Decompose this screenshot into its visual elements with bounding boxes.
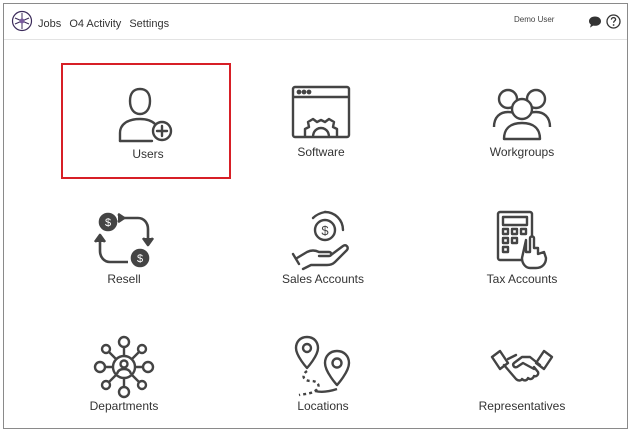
- group-icon: [492, 88, 552, 141]
- sales-hand-coin-icon: $: [291, 210, 349, 271]
- tile-sales-accounts[interactable]: $ Sales Accounts: [238, 190, 408, 306]
- main-nav: Jobs O4 Activity Settings: [38, 18, 174, 30]
- tile-label: Representatives: [478, 399, 566, 413]
- user-add-icon: [118, 87, 173, 143]
- tile-label: Users: [132, 147, 164, 161]
- top-bar: Jobs O4 Activity Settings Demo User: [4, 4, 627, 40]
- svg-text:$: $: [137, 253, 143, 265]
- nav-jobs[interactable]: Jobs: [38, 18, 61, 30]
- tile-workgroups[interactable]: Workgroups: [437, 63, 607, 179]
- logo-icon[interactable]: [11, 10, 33, 32]
- svg-text:$: $: [321, 223, 329, 238]
- tile-representatives[interactable]: Representatives: [437, 317, 607, 432]
- user-name[interactable]: Demo User: [514, 15, 554, 24]
- software-gear-icon: [291, 85, 351, 139]
- tile-software[interactable]: Software: [236, 63, 406, 179]
- tile-label: Locations: [297, 399, 349, 413]
- tile-resell[interactable]: $ $ Resell: [39, 190, 209, 306]
- tile-label: Resell: [107, 272, 141, 286]
- app-window: Jobs O4 Activity Settings Demo User User…: [3, 3, 628, 429]
- handshake-icon: [490, 349, 554, 382]
- tile-label: Departments: [89, 399, 159, 413]
- resell-cycle-icon: $ $: [93, 212, 155, 268]
- tile-label: Workgroups: [489, 145, 555, 159]
- svg-text:$: $: [105, 217, 111, 229]
- network-person-icon: [93, 335, 155, 399]
- help-icon[interactable]: [606, 14, 621, 29]
- map-pin-route-icon: [294, 335, 351, 397]
- calculator-hand-icon: [496, 210, 548, 270]
- tile-departments[interactable]: Departments: [39, 317, 209, 432]
- tile-label: Sales Accounts: [281, 272, 365, 286]
- tile-tax-accounts[interactable]: Tax Accounts: [437, 190, 607, 306]
- tile-label: Tax Accounts: [486, 272, 558, 286]
- tile-label: Software: [297, 145, 345, 159]
- nav-o4-activity[interactable]: O4 Activity: [69, 18, 121, 30]
- nav-settings[interactable]: Settings: [129, 18, 169, 30]
- chat-icon[interactable]: [588, 15, 602, 29]
- tile-locations[interactable]: Locations: [238, 317, 408, 432]
- tile-users[interactable]: Users: [61, 63, 231, 179]
